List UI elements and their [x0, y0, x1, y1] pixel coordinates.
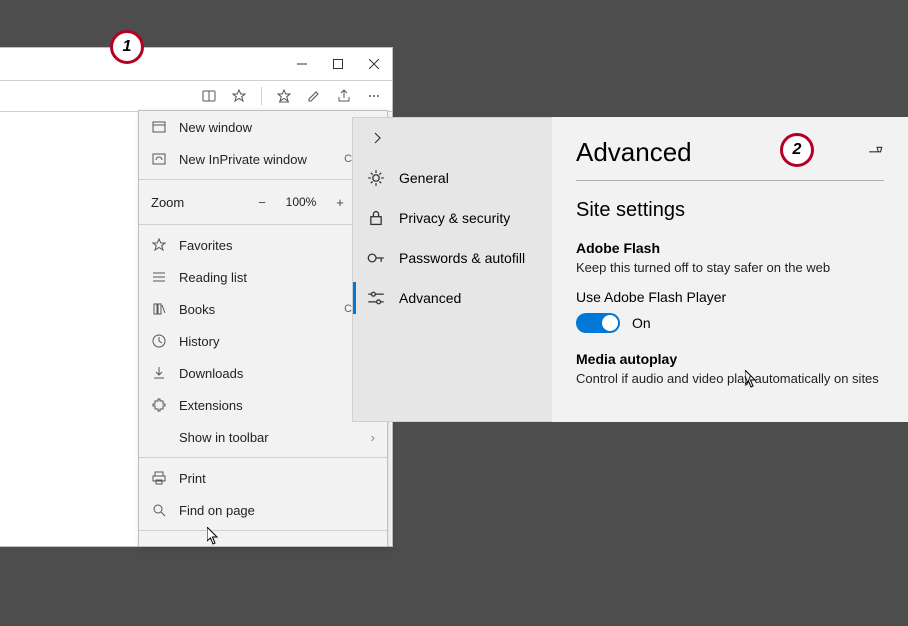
nav-label: Advanced	[399, 290, 461, 306]
flash-toggle-row: On	[576, 313, 884, 333]
shortcut-text: Ctrl+Shift+G	[314, 545, 375, 547]
chevron-right-icon: ›	[371, 430, 375, 445]
menu-label: Favorites	[179, 238, 375, 253]
toggle-knob	[602, 315, 618, 331]
menu-label: Extensions	[179, 398, 375, 413]
menu-separator	[139, 179, 387, 180]
menu-find-on-page[interactable]: Find on page	[139, 494, 387, 526]
toolbar-separator	[261, 87, 262, 105]
menu-print[interactable]: Print	[139, 462, 387, 494]
nav-label: General	[399, 170, 449, 186]
menu-books[interactable]: Books Ctrl+S	[139, 293, 387, 325]
window-icon	[151, 119, 167, 135]
section-heading: Site settings	[576, 199, 884, 222]
menu-new-inprivate[interactable]: New InPrivate window Ctrl+S	[139, 143, 387, 175]
favorites-hub-icon[interactable]	[270, 82, 298, 110]
sliders-icon	[367, 289, 385, 307]
toggle-state-text: On	[632, 315, 651, 331]
menu-separator	[139, 530, 387, 531]
callout-number: 2	[793, 141, 802, 159]
pin-pane-icon[interactable]	[868, 145, 884, 161]
menu-label: Show in toolbar	[179, 430, 359, 445]
menu-new-window[interactable]: New window	[139, 111, 387, 143]
search-icon	[151, 502, 167, 518]
settings-sidebar: General Privacy & security Passwords & a…	[352, 117, 553, 422]
gear-icon	[367, 169, 385, 187]
zoom-out-button[interactable]: −	[251, 195, 273, 210]
chevron-right-icon	[371, 132, 383, 144]
settings-nav-privacy[interactable]: Privacy & security	[353, 198, 552, 238]
flash-description: Keep this turned off to stay safer on th…	[576, 260, 884, 275]
flash-toggle[interactable]	[576, 313, 620, 333]
menu-extensions[interactable]: Extensions	[139, 389, 387, 421]
menu-label: Books	[179, 302, 332, 317]
menu-label: Print	[179, 471, 375, 486]
settings-nav-advanced[interactable]: Advanced	[353, 278, 552, 318]
callout-1: 1	[110, 30, 144, 64]
menu-label: New window	[179, 120, 375, 135]
callout-number: 1	[123, 38, 132, 56]
nav-label: Privacy & security	[399, 210, 510, 226]
menu-reading-list[interactable]: Reading list	[139, 261, 387, 293]
minimize-button[interactable]	[284, 48, 320, 80]
read-aloud-icon: A»	[151, 543, 167, 547]
nav-label: Passwords & autofill	[399, 250, 525, 266]
menu-downloads[interactable]: Downloads	[139, 357, 387, 389]
maximize-button[interactable]	[320, 48, 356, 80]
share-icon[interactable]	[330, 82, 358, 110]
reading-view-icon[interactable]	[195, 82, 223, 110]
more-menu-icon[interactable]	[360, 82, 388, 110]
inprivate-icon	[151, 151, 167, 167]
menu-label: Downloads	[179, 366, 375, 381]
menu-read-aloud[interactable]: A» Read aloud Ctrl+Shift+G	[139, 535, 387, 547]
zoom-value: 100%	[281, 195, 321, 209]
menu-label: Find on page	[179, 503, 375, 518]
media-description: Control if audio and video play automati…	[576, 371, 884, 386]
media-heading: Media autoplay	[576, 351, 884, 367]
menu-history[interactable]: History	[139, 325, 387, 357]
settings-back-button[interactable]	[353, 118, 552, 158]
pane-title: Advanced	[576, 137, 692, 168]
favorite-star-icon[interactable]	[225, 82, 253, 110]
flash-heading: Adobe Flash	[576, 240, 884, 256]
download-icon	[151, 365, 167, 381]
pane-header: Advanced	[576, 137, 884, 181]
flash-toggle-label: Use Adobe Flash Player	[576, 289, 884, 305]
callout-2: 2	[780, 133, 814, 167]
extensions-icon	[151, 397, 167, 413]
notes-icon[interactable]	[300, 82, 328, 110]
menu-zoom-row: Zoom − 100% +	[139, 184, 387, 220]
menu-label: New InPrivate window	[179, 152, 332, 167]
star-icon	[151, 237, 167, 253]
toolbar	[0, 80, 392, 112]
history-icon	[151, 333, 167, 349]
menu-separator	[139, 224, 387, 225]
close-button[interactable]	[356, 48, 392, 80]
settings-content-pane: Advanced Site settings Adobe Flash Keep …	[552, 117, 908, 422]
settings-nav-general[interactable]: General	[353, 158, 552, 198]
menu-label: Reading list	[179, 270, 375, 285]
titlebar	[0, 48, 392, 80]
reading-list-icon	[151, 269, 167, 285]
key-icon	[367, 249, 385, 267]
menu-label: Read aloud	[179, 544, 302, 548]
print-icon	[151, 470, 167, 486]
menu-show-in-toolbar[interactable]: Show in toolbar ›	[139, 421, 387, 453]
lock-icon	[367, 209, 385, 227]
menu-favorites[interactable]: Favorites	[139, 229, 387, 261]
zoom-in-button[interactable]: +	[329, 195, 351, 210]
zoom-label: Zoom	[151, 195, 243, 210]
settings-nav-passwords[interactable]: Passwords & autofill	[353, 238, 552, 278]
more-menu-dropdown: New window New InPrivate window Ctrl+S Z…	[138, 110, 388, 547]
menu-label: History	[179, 334, 375, 349]
books-icon	[151, 301, 167, 317]
menu-separator	[139, 457, 387, 458]
